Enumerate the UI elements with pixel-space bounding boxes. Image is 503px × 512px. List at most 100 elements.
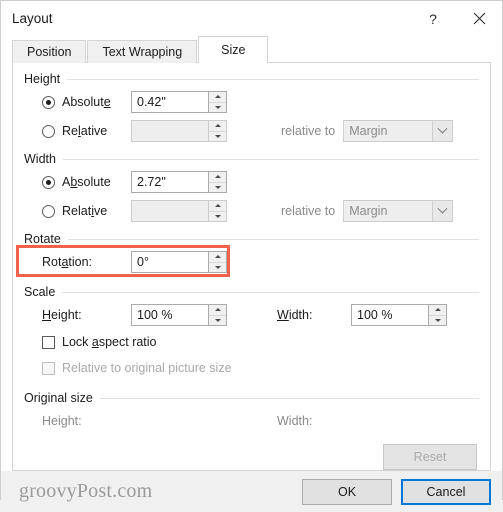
spinner-down-icon[interactable] bbox=[209, 314, 226, 325]
height-absolute-label: Absolute bbox=[62, 95, 111, 109]
width-relative-to-dropdown: Margin bbox=[343, 200, 454, 222]
rotate-group-label: Rotate bbox=[24, 232, 61, 246]
original-height-label: Height: bbox=[42, 414, 82, 428]
reset-row: Reset bbox=[24, 444, 479, 470]
spinner-up-icon bbox=[209, 201, 226, 211]
tab-text-wrapping[interactable]: Text Wrapping bbox=[87, 40, 198, 63]
spinner bbox=[208, 121, 226, 141]
spinner-up-icon[interactable] bbox=[429, 305, 446, 315]
spinner-down-icon bbox=[209, 210, 226, 221]
height-relative-to-dropdown: Margin bbox=[343, 120, 454, 142]
spinner bbox=[428, 305, 446, 325]
height-relative-radio[interactable]: Relative bbox=[24, 124, 131, 138]
width-absolute-input[interactable]: 2.72" bbox=[131, 171, 227, 193]
spinner-down-icon[interactable] bbox=[209, 181, 226, 192]
height-absolute-input[interactable]: 0.42" bbox=[131, 91, 227, 113]
reset-button: Reset bbox=[383, 444, 477, 470]
relative-to-original-label: Relative to original picture size bbox=[62, 361, 232, 375]
group-divider bbox=[67, 78, 479, 80]
spinner bbox=[208, 201, 226, 221]
spinner-up-icon[interactable] bbox=[209, 172, 226, 182]
lock-aspect-ratio-label: Lock aspect ratio bbox=[62, 335, 157, 349]
group-divider bbox=[62, 291, 479, 293]
radio-icon bbox=[42, 204, 55, 218]
spinner bbox=[208, 172, 226, 192]
lock-aspect-ratio-checkbox[interactable]: Lock aspect ratio bbox=[24, 331, 479, 353]
spinner-up-icon[interactable] bbox=[209, 252, 226, 262]
scale-row: Height: 100 % Width: 100 % bbox=[24, 302, 479, 328]
tab-position[interactable]: Position bbox=[12, 40, 87, 63]
width-relative-to-label: relative to bbox=[281, 204, 336, 218]
layout-dialog: Layout ? Position Text Wrapping Size Hei… bbox=[0, 0, 503, 512]
group-divider bbox=[67, 238, 479, 240]
checkbox-icon bbox=[42, 361, 55, 375]
width-relative-row: Relative relative to Margin bbox=[24, 198, 479, 224]
rotate-group-header: Rotate bbox=[24, 232, 479, 246]
rotation-label: Rotation: bbox=[42, 255, 93, 269]
scale-height-label: Height: bbox=[42, 308, 82, 322]
radio-icon bbox=[42, 175, 55, 189]
tab-strip: Position Text Wrapping Size bbox=[1, 36, 502, 63]
height-relative-to-label: relative to bbox=[281, 124, 336, 138]
width-relative-to-value: Margin bbox=[349, 204, 388, 218]
tab-size[interactable]: Size bbox=[198, 36, 269, 63]
height-absolute-row: Absolute 0.42" bbox=[24, 89, 479, 115]
height-absolute-value: 0.42" bbox=[137, 95, 166, 109]
close-icon[interactable] bbox=[456, 2, 502, 36]
radio-icon bbox=[42, 124, 55, 138]
spinner-down-icon[interactable] bbox=[209, 101, 226, 112]
width-relative-value bbox=[132, 201, 208, 221]
scale-width-input[interactable]: 100 % bbox=[351, 304, 447, 326]
width-relative-radio[interactable]: Relative bbox=[24, 204, 131, 218]
scale-group-header: Scale bbox=[24, 285, 479, 299]
width-relative-label: Relative bbox=[62, 204, 108, 218]
dialog-footer: groovyPost.com OK Cancel bbox=[1, 471, 502, 512]
spinner-up-icon[interactable] bbox=[209, 92, 226, 102]
width-absolute-value: 2.72" bbox=[137, 175, 166, 189]
scale-width-value: 100 % bbox=[357, 308, 393, 322]
chevron-down-icon bbox=[432, 121, 453, 141]
height-relative-row: Relative relative to Margin bbox=[24, 118, 479, 144]
width-absolute-label: Absolute bbox=[62, 175, 111, 189]
chevron-down-icon bbox=[432, 201, 453, 221]
rotation-input[interactable]: 0° bbox=[131, 251, 227, 273]
dialog-title: Layout bbox=[12, 11, 53, 26]
title-bar: Layout ? bbox=[1, 1, 502, 36]
group-divider bbox=[62, 158, 479, 160]
original-size-group-label: Original size bbox=[24, 391, 93, 405]
spinner-down-icon bbox=[209, 130, 226, 141]
original-width-label: Width: bbox=[277, 414, 313, 428]
height-relative-label: Relative bbox=[62, 124, 108, 138]
ok-button[interactable]: OK bbox=[302, 478, 392, 505]
height-group-header: Height bbox=[24, 72, 479, 86]
original-size-group-header: Original size bbox=[24, 391, 479, 405]
group-divider bbox=[99, 397, 479, 399]
spinner bbox=[208, 252, 226, 272]
width-group-header: Width bbox=[24, 152, 479, 166]
width-absolute-row: Absolute 2.72" bbox=[24, 169, 479, 195]
cancel-button[interactable]: Cancel bbox=[401, 478, 491, 505]
height-group-label: Height bbox=[24, 72, 61, 86]
spinner bbox=[208, 305, 226, 325]
height-relative-to-value: Margin bbox=[349, 124, 388, 138]
scale-width-label: Width: bbox=[277, 308, 313, 322]
width-absolute-radio[interactable]: Absolute bbox=[24, 175, 131, 189]
width-group-label: Width bbox=[24, 152, 56, 166]
rotation-row: Rotation: 0° bbox=[16, 245, 479, 277]
scale-height-input[interactable]: 100 % bbox=[131, 304, 227, 326]
scale-group-label: Scale bbox=[24, 285, 56, 299]
spinner-up-icon[interactable] bbox=[209, 305, 226, 315]
height-relative-value bbox=[132, 121, 208, 141]
spinner-down-icon[interactable] bbox=[429, 314, 446, 325]
height-relative-input bbox=[131, 120, 227, 142]
checkbox-icon bbox=[42, 335, 55, 349]
relative-to-original-checkbox: Relative to original picture size bbox=[24, 357, 479, 379]
spinner bbox=[208, 92, 226, 112]
help-icon[interactable]: ? bbox=[410, 2, 456, 36]
radio-icon bbox=[42, 95, 55, 109]
size-tab-panel: Height Absolute 0.42" Relative relative … bbox=[12, 63, 491, 471]
height-absolute-radio[interactable]: Absolute bbox=[24, 95, 131, 109]
spinner-down-icon[interactable] bbox=[209, 261, 226, 272]
original-size-row: Height: Width: bbox=[24, 408, 479, 434]
width-relative-input bbox=[131, 200, 227, 222]
